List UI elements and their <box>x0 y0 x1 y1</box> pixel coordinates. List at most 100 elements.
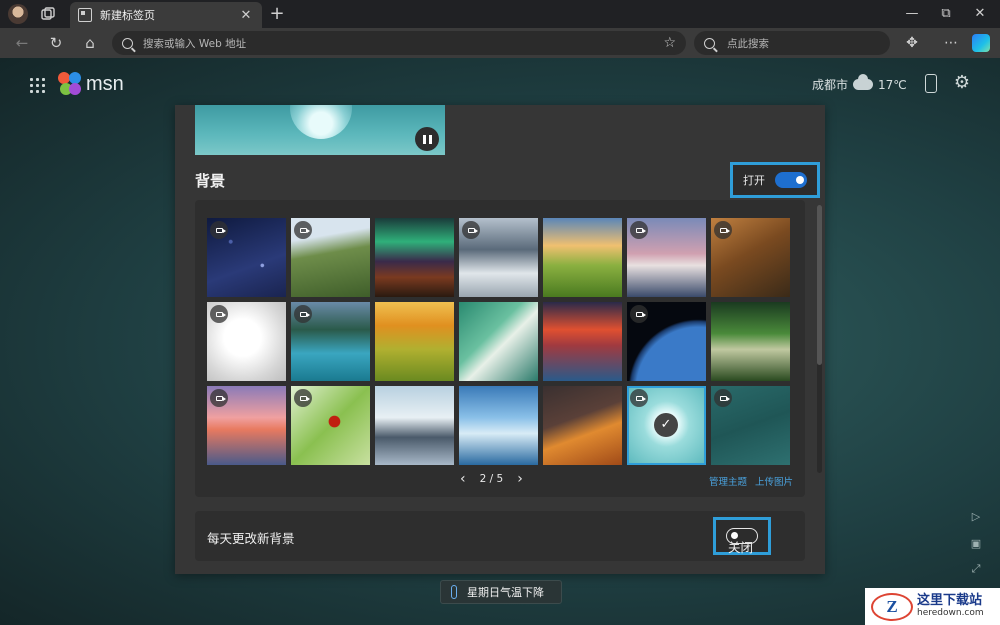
background-thumbnail-green-hills-sunrise[interactable] <box>543 218 622 297</box>
image-icon[interactable]: ▣ <box>970 538 982 550</box>
watermark-cn: 这里下载站 <box>917 593 983 609</box>
video-camera-icon <box>462 221 480 239</box>
background-thumbnail-misty-peaks[interactable] <box>459 218 538 297</box>
background-thumbnail-earth-from-space[interactable] <box>627 302 706 381</box>
tab-new-tab[interactable]: 新建标签页 ✕ <box>70 2 262 28</box>
next-page-button[interactable]: › <box>517 471 523 487</box>
watermark-en: heredown.com <box>917 607 984 618</box>
daily-switch[interactable] <box>726 528 758 544</box>
pause-button[interactable] <box>415 127 439 151</box>
background-section-title: 背景 <box>195 172 226 190</box>
cloud-icon <box>853 74 874 90</box>
video-camera-icon <box>210 221 228 239</box>
weather-widget[interactable]: 成都市 17℃ <box>812 74 907 93</box>
minimize-button[interactable]: — <box>900 4 924 24</box>
msn-butterfly-icon <box>58 72 82 96</box>
search-placeholder: 点此搜索 <box>727 37 769 50</box>
weather-city: 成都市 <box>812 78 849 92</box>
background-thumbnail-turquoise-lake[interactable] <box>291 302 370 381</box>
weather-alert-chip[interactable]: 星期日气温下降 <box>440 580 562 604</box>
background-thumbnail-green-mountains[interactable] <box>291 218 370 297</box>
video-camera-icon <box>714 221 732 239</box>
search-icon <box>704 37 715 49</box>
video-camera-icon <box>630 305 648 323</box>
favorite-star-icon[interactable]: ☆ <box>663 35 676 51</box>
page-icon <box>78 8 92 22</box>
background-preview <box>195 105 445 155</box>
back-icon[interactable]: ← <box>12 33 32 53</box>
app-launcher-icon[interactable] <box>30 78 45 93</box>
background-thumbnail-ladybug-leaf[interactable] <box>291 386 370 465</box>
background-thumbnail-red-sky-island[interactable] <box>543 302 622 381</box>
weather-temperature: 17℃ <box>878 77 907 92</box>
site-watermark: Z 这里下载站 heredown.com <box>865 588 1000 625</box>
video-camera-icon <box>630 389 648 407</box>
video-camera-icon <box>294 305 312 323</box>
background-thumbnail-water-drop[interactable]: ✓ <box>627 386 706 465</box>
refresh-icon[interactable]: ↻ <box>46 33 66 53</box>
gallery-scrollbar-thumb[interactable] <box>817 205 822 365</box>
background-thumbnail-giraffes[interactable] <box>711 218 790 297</box>
msn-wordmark: msn <box>86 72 124 95</box>
page-indicator: 2 / 5 <box>479 473 504 485</box>
play-icon[interactable]: ▷ <box>970 511 982 523</box>
manage-theme-link[interactable]: 管理主题 <box>709 474 747 488</box>
tab-strip: 新建标签页 ✕ + — ⧉ ✕ <box>0 0 1000 28</box>
background-thumbnail-forest-path[interactable] <box>711 302 790 381</box>
background-thumbnail-starry-sky[interactable] <box>207 218 286 297</box>
video-camera-icon <box>630 221 648 239</box>
weather-alert-text: 星期日气温下降 <box>467 586 544 599</box>
daily-background-label: 每天更改新背景 <box>207 531 295 546</box>
watermark-logo: Z <box>871 592 913 621</box>
tab-title: 新建标签页 <box>100 9 155 22</box>
daily-background-row: 每天更改新背景 关闭 <box>195 511 805 561</box>
new-tab-page: msn 成都市 17℃ ⚙ 背景 打开 ✓ ‹ 2 / 5 › 管理主题 上传图 <box>0 58 1000 625</box>
background-thumbnail-golden-fields[interactable] <box>375 302 454 381</box>
selected-check-icon: ✓ <box>654 413 678 437</box>
background-thumbnail-desert-dunes[interactable] <box>543 386 622 465</box>
daily-background-toggle[interactable]: 关闭 <box>713 517 771 555</box>
background-thumbnail-rocky-shore[interactable] <box>375 386 454 465</box>
home-icon[interactable]: ⌂ <box>80 33 100 53</box>
address-bar[interactable]: 搜索或输入 Web 地址 ☆ <box>112 31 686 55</box>
background-thumbnail-white-sculpture[interactable] <box>207 302 286 381</box>
background-thumbnail-glacier[interactable] <box>459 386 538 465</box>
video-camera-icon <box>294 221 312 239</box>
background-thumbnail-aurora-waterfall[interactable] <box>375 218 454 297</box>
background-thumbnail-teal-water[interactable] <box>711 386 790 465</box>
more-menu-icon[interactable]: ⋯ <box>942 34 960 52</box>
prev-page-button[interactable]: ‹ <box>460 471 466 487</box>
msn-logo[interactable]: msn <box>58 72 124 96</box>
address-placeholder: 搜索或输入 Web 地址 <box>143 37 247 50</box>
expand-icon[interactable]: ⤢ <box>970 563 982 575</box>
background-thumbnail-aerial-coast[interactable] <box>459 302 538 381</box>
extensions-icon[interactable]: ✥ <box>903 34 921 52</box>
upload-image-link[interactable]: 上传图片 <box>755 474 793 488</box>
copilot-icon[interactable] <box>972 34 990 52</box>
background-thumbnail-coastal-town-dusk[interactable] <box>627 218 706 297</box>
settings-gear-icon[interactable]: ⚙ <box>953 74 971 92</box>
new-tab-button[interactable]: + <box>266 3 288 25</box>
collections-icon[interactable] <box>40 6 56 22</box>
background-toggle[interactable]: 打开 <box>730 162 820 198</box>
background-thumbnail-pier-sunset[interactable] <box>207 386 286 465</box>
maximize-button[interactable]: ⧉ <box>934 4 958 24</box>
video-camera-icon <box>210 389 228 407</box>
browser-toolbar: ← ↻ ⌂ 搜索或输入 Web 地址 ☆ 点此搜索 ✥ ⋯ <box>0 28 1000 58</box>
gallery-links: 管理主题 上传图片 <box>709 474 793 488</box>
phone-icon[interactable] <box>925 74 937 93</box>
background-settings-panel: 背景 打开 ✓ ‹ 2 / 5 › 管理主题 上传图片 每天更改新背景 关闭 <box>175 105 825 574</box>
gallery-pager: ‹ 2 / 5 › <box>460 471 523 487</box>
close-window-button[interactable]: ✕ <box>968 4 992 24</box>
close-tab-icon[interactable]: ✕ <box>238 8 254 23</box>
profile-avatar[interactable] <box>8 4 28 24</box>
search-icon <box>122 37 133 49</box>
video-camera-icon <box>294 389 312 407</box>
background-gallery: ✓ ‹ 2 / 5 › 管理主题 上传图片 <box>195 200 805 497</box>
search-box[interactable]: 点此搜索 <box>694 31 890 55</box>
video-camera-icon <box>714 389 732 407</box>
water-drop-image <box>290 105 352 139</box>
background-toggle-label: 打开 <box>743 174 765 187</box>
background-switch[interactable] <box>775 172 807 188</box>
video-camera-icon <box>210 305 228 323</box>
